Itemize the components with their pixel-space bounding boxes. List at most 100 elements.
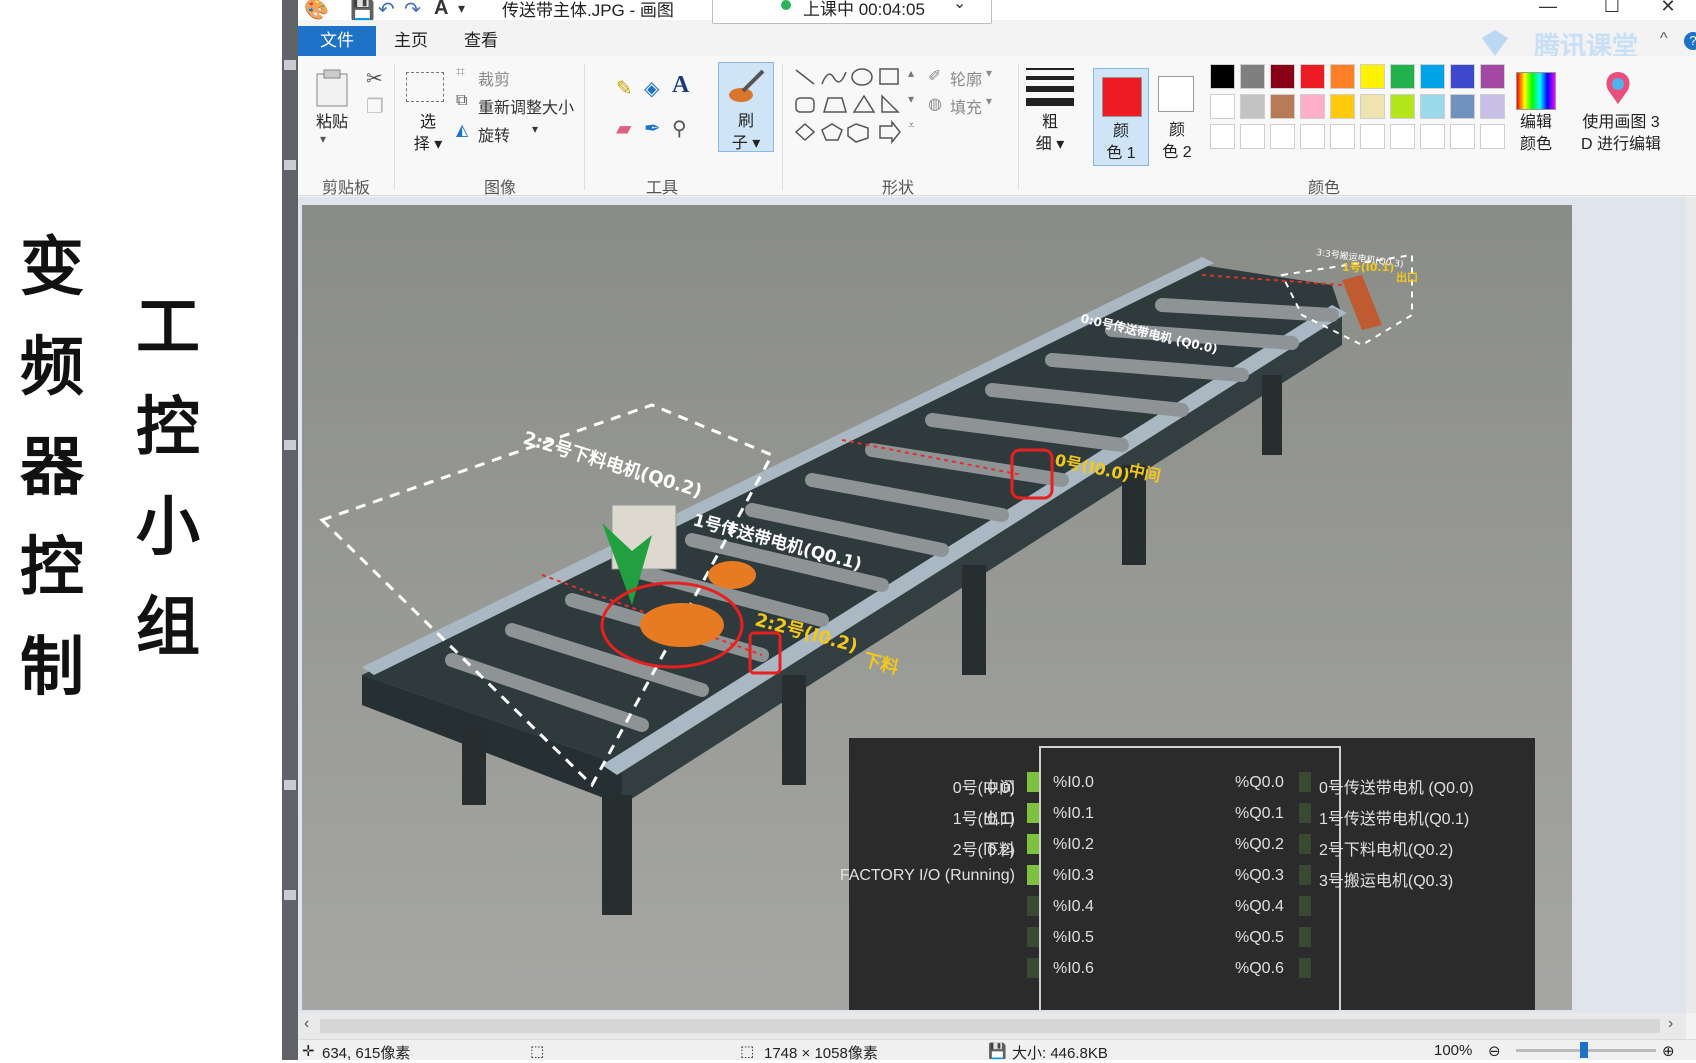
palette-swatch[interactable] bbox=[1300, 94, 1325, 119]
close-button[interactable]: ✕ bbox=[1648, 0, 1688, 17]
live-dot-icon bbox=[781, 0, 791, 10]
title1-char: 器 bbox=[20, 431, 84, 505]
group-clipboard-label: 剪贴板 bbox=[322, 180, 371, 197]
palette-swatch-empty[interactable] bbox=[1390, 124, 1415, 149]
edit-colors-icon[interactable] bbox=[1516, 72, 1556, 110]
copy-icon[interactable]: ❐ bbox=[366, 94, 384, 119]
scroll-right-icon[interactable]: › bbox=[1668, 1015, 1673, 1033]
magnifier-icon[interactable]: ⚲ bbox=[672, 116, 687, 141]
minimize-button[interactable]: — bbox=[1528, 0, 1568, 17]
chevron-down-icon[interactable]: ⌄ bbox=[953, 0, 966, 13]
palette-swatch[interactable] bbox=[1450, 94, 1475, 119]
canvas-area[interactable]: 2:2号下料电机(Q0.2) 1号传送带电机(Q0.1) 0:0号传送带电机 (… bbox=[298, 197, 1686, 1013]
paint3d-button[interactable]: 使用画图 3 D 进行编辑 bbox=[1576, 112, 1666, 156]
palette-swatch[interactable] bbox=[1300, 64, 1325, 89]
brushes-button[interactable]: 刷 子 ▾ bbox=[718, 62, 774, 152]
palette-swatch[interactable] bbox=[1240, 64, 1265, 89]
palette-swatch[interactable] bbox=[1330, 64, 1355, 89]
palette-swatch[interactable] bbox=[1240, 94, 1265, 119]
palette-swatch-empty[interactable] bbox=[1420, 124, 1445, 149]
palette-swatch[interactable] bbox=[1390, 64, 1415, 89]
palette-swatch[interactable] bbox=[1360, 64, 1385, 89]
eraser-icon[interactable]: ▰ bbox=[616, 116, 631, 141]
select-button[interactable]: 选 择 ▾ bbox=[408, 112, 448, 156]
text-tool-icon[interactable]: A bbox=[672, 72, 689, 99]
redo-icon[interactable]: ↷ bbox=[404, 0, 421, 22]
shapes-scroll-down-icon[interactable]: ▾ bbox=[908, 92, 914, 106]
palette-swatch-empty[interactable] bbox=[1270, 124, 1295, 149]
color2-button[interactable]: 颜 色 2 bbox=[1154, 120, 1200, 164]
fill-dropdown-icon[interactable]: ▾ bbox=[986, 94, 992, 108]
palette-swatch[interactable] bbox=[1480, 94, 1505, 119]
palette-swatch-empty[interactable] bbox=[1480, 124, 1505, 149]
palette-swatch[interactable] bbox=[1480, 64, 1505, 89]
tab-view[interactable]: 查看 bbox=[464, 26, 498, 56]
horizontal-scrollbar[interactable]: ‹ › bbox=[298, 1013, 1686, 1039]
canvas-image[interactable]: 2:2号下料电机(Q0.2) 1号传送带电机(Q0.1) 0:0号传送带电机 (… bbox=[302, 205, 1572, 1010]
palette-swatch[interactable] bbox=[1270, 64, 1295, 89]
tab-file[interactable]: 文件 bbox=[298, 26, 376, 56]
text-icon[interactable]: A bbox=[434, 0, 448, 20]
zoom-level: 100% bbox=[1434, 1042, 1473, 1059]
color-picker-icon[interactable]: ✒ bbox=[644, 116, 661, 141]
rotate-button[interactable]: 旋转 bbox=[478, 122, 510, 146]
shapes-more-icon[interactable]: ⩡ bbox=[908, 118, 915, 133]
zoom-slider-thumb[interactable] bbox=[1580, 1042, 1588, 1058]
palette-swatch-empty[interactable] bbox=[1240, 124, 1265, 149]
help-icon[interactable]: ? bbox=[1684, 32, 1696, 50]
paste-icon[interactable] bbox=[314, 68, 350, 108]
live-class-indicator[interactable]: 上课中 00:04:05 ⌄ bbox=[712, 0, 992, 24]
zoom-in-icon[interactable]: ⊕ bbox=[1662, 1042, 1675, 1060]
paste-dropdown-icon[interactable]: ▾ bbox=[320, 132, 326, 146]
rotate-dropdown-icon[interactable]: ▾ bbox=[532, 122, 538, 136]
palette-swatch-empty[interactable] bbox=[1330, 124, 1355, 149]
palette-swatch[interactable] bbox=[1210, 94, 1235, 119]
shapes-scroll-up-icon[interactable]: ▴ bbox=[908, 66, 914, 80]
color2-swatch[interactable] bbox=[1158, 76, 1194, 112]
size-button[interactable]: 粗 细 ▾ bbox=[1028, 112, 1072, 156]
palette-swatch[interactable] bbox=[1450, 64, 1475, 89]
palette-swatch[interactable] bbox=[1210, 64, 1235, 89]
resize-button[interactable]: 重新调整大小 bbox=[478, 94, 574, 118]
undo-icon[interactable]: ↶ bbox=[378, 0, 395, 22]
palette-swatch[interactable] bbox=[1420, 64, 1445, 89]
crop-icon: ⌗ bbox=[456, 64, 466, 81]
fill-button[interactable]: 填充 bbox=[950, 94, 982, 118]
zoom-slider[interactable] bbox=[1516, 1042, 1656, 1058]
fill-bucket-icon[interactable]: ◈ bbox=[644, 76, 659, 101]
palette-swatch[interactable] bbox=[1420, 94, 1445, 119]
pencil-icon[interactable]: ✎ bbox=[616, 76, 633, 101]
maximize-button[interactable]: ☐ bbox=[1592, 0, 1632, 17]
input-address: %I0.6 bbox=[1053, 960, 1094, 977]
collapse-ribbon-icon[interactable]: ^ bbox=[1660, 30, 1668, 48]
palette-swatch[interactable] bbox=[1330, 94, 1355, 119]
crop-button[interactable]: 裁剪 bbox=[478, 66, 510, 90]
save-icon[interactable]: 💾 bbox=[350, 0, 375, 22]
palette-swatch-empty[interactable] bbox=[1360, 124, 1385, 149]
size-icon[interactable] bbox=[1026, 66, 1074, 110]
outline-dropdown-icon[interactable]: ▾ bbox=[986, 66, 992, 80]
zoom-out-icon[interactable]: ⊖ bbox=[1488, 1042, 1501, 1060]
title1-char: 制 bbox=[20, 631, 84, 705]
resize-icon: ⧉ bbox=[456, 92, 468, 109]
scroll-thumb[interactable] bbox=[320, 1019, 1660, 1033]
scroll-left-icon[interactable]: ‹ bbox=[304, 1015, 309, 1033]
outline-button[interactable]: 轮廓 bbox=[950, 66, 982, 90]
tab-home[interactable]: 主页 bbox=[394, 26, 428, 56]
palette-swatch-empty[interactable] bbox=[1450, 124, 1475, 149]
palette-swatch[interactable] bbox=[1360, 94, 1385, 119]
color1-button[interactable]: 颜 色 1 bbox=[1093, 68, 1149, 166]
palette-swatch[interactable] bbox=[1270, 94, 1295, 119]
edit-colors-button[interactable]: 编辑 颜色 bbox=[1510, 112, 1562, 156]
cut-icon[interactable]: ✂ bbox=[366, 66, 383, 91]
paste-button[interactable]: 粘贴 bbox=[312, 112, 352, 134]
palette-swatch-empty[interactable] bbox=[1300, 124, 1325, 149]
select-icon[interactable] bbox=[406, 72, 444, 102]
customize-quick-access-icon[interactable]: ▾ bbox=[458, 0, 465, 17]
shapes-gallery[interactable] bbox=[792, 66, 922, 146]
paint3d-icon[interactable] bbox=[1598, 68, 1638, 108]
input-address: %I0.5 bbox=[1053, 929, 1094, 946]
palette-swatch[interactable] bbox=[1390, 94, 1415, 119]
palette-swatch-empty[interactable] bbox=[1210, 124, 1235, 149]
vertical-scrollbar[interactable] bbox=[1686, 197, 1696, 1013]
